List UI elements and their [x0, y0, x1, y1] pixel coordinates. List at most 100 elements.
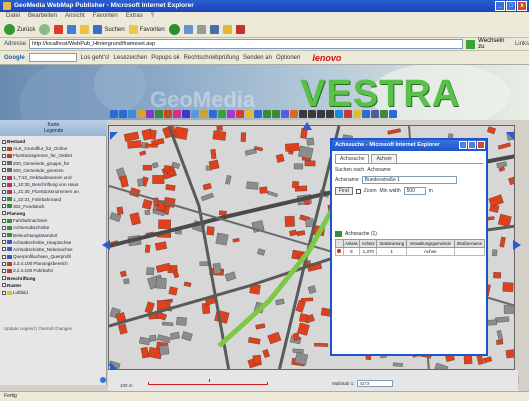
zoom-checkbox[interactable] [355, 188, 361, 194]
menu-datei[interactable]: Datei [6, 13, 20, 21]
leaf-icon[interactable] [272, 110, 280, 118]
tab-achsnr[interactable]: Achsnr [371, 154, 398, 163]
legend-item[interactable]: 302_Fundstück [2, 203, 106, 210]
info-icon[interactable] [182, 110, 190, 118]
row-marker-icon[interactable] [335, 247, 344, 256]
legend-item[interactable]: 3.2.4.100 Fahrbahn [2, 267, 106, 274]
google-bookmarks[interactable]: Lesezeichen [114, 55, 148, 61]
legend-footer[interactable]: Update Legend | Overall Changes [4, 326, 72, 331]
home-icon[interactable] [80, 25, 90, 34]
legend-item[interactable]: 1_10:30_Beschriftung von Haus [2, 181, 106, 188]
refresh-icon[interactable] [67, 25, 77, 34]
edit-icon[interactable] [209, 25, 219, 34]
map-scale-input[interactable]: 4272 [356, 380, 393, 387]
discuss-icon[interactable] [235, 25, 245, 34]
layer-checkbox[interactable] [2, 161, 6, 166]
search-axis-icon[interactable] [362, 110, 370, 118]
ring2-icon[interactable] [317, 110, 325, 118]
min-width-select[interactable]: 500 [403, 187, 426, 195]
zoom-out-icon[interactable] [119, 110, 127, 118]
google-search-input[interactable] [28, 53, 77, 62]
menu-extras[interactable]: Extras [126, 13, 143, 21]
ring3-icon[interactable] [326, 110, 334, 118]
fit-all-icon[interactable] [146, 110, 154, 118]
legend-item[interactable]: ALK_Grundflur_für_Online [2, 145, 106, 152]
layer-checkbox[interactable] [2, 261, 6, 266]
hatch-icon[interactable] [200, 110, 208, 118]
layer-checkbox[interactable] [2, 197, 6, 202]
table-icon[interactable] [371, 110, 379, 118]
mail-icon[interactable] [183, 25, 193, 34]
close-button[interactable]: x [517, 1, 527, 11]
layer-checkbox[interactable] [2, 146, 6, 151]
group-checkbox[interactable] [2, 139, 6, 144]
legend-item[interactable]: 3.2.4.100 Planungsbereich [2, 260, 106, 267]
google-options[interactable]: Optionen [276, 55, 300, 61]
legend-item[interactable]: Querprofilachsen_Querprofil [2, 253, 106, 260]
maximize-button[interactable]: □ [506, 1, 516, 11]
layer-checkbox[interactable] [2, 189, 6, 194]
google-spellcheck[interactable]: Rechtschreibprüfung [184, 55, 239, 61]
layer-checkbox[interactable] [2, 153, 6, 158]
legend-item[interactable]: 1_22:31_Fahrbahnrand [2, 196, 106, 203]
legend-item[interactable]: Luftbild [2, 289, 106, 296]
column-verwaltung[interactable]: Verwaltungsgemeinde [406, 239, 455, 248]
pin-icon[interactable] [236, 110, 244, 118]
google-popups[interactable]: Popups ok [151, 55, 179, 61]
zoom-in-icon[interactable] [110, 110, 118, 118]
layer-checkbox[interactable] [2, 240, 6, 245]
google-go[interactable]: Los geht's! [81, 55, 110, 61]
stop-icon[interactable] [54, 25, 64, 34]
flag-icon[interactable] [344, 110, 352, 118]
find-button[interactable]: Find [335, 187, 353, 195]
legend-item[interactable]: 300_Gemeinde_grenzen [2, 167, 106, 174]
ring-icon[interactable] [308, 110, 316, 118]
select-icon[interactable] [164, 110, 172, 118]
layer-checkbox[interactable] [2, 233, 6, 238]
favorites-button[interactable]: Favoriten [128, 25, 165, 34]
tab-legende[interactable]: Legende [0, 128, 107, 134]
export-icon[interactable] [380, 110, 388, 118]
menu-favoriten[interactable]: Favoriten [93, 13, 118, 21]
go-icon[interactable] [466, 39, 476, 49]
minimize-button[interactable]: _ [495, 1, 505, 11]
axis-name-select[interactable]: Bundesstraße 1 [361, 176, 457, 184]
legend-item[interactable]: Fahrbahnachsen [2, 217, 106, 224]
legend-item[interactable]: Beleuchtungsstandort [2, 231, 106, 238]
menu-bearbeiten[interactable]: Bearbeiten [28, 13, 57, 21]
layer-checkbox[interactable] [2, 290, 6, 295]
print-map-icon[interactable] [218, 110, 226, 118]
legend-group[interactable]: Bestand [2, 138, 106, 145]
layer-checkbox[interactable] [2, 175, 6, 180]
buffer-icon[interactable] [290, 110, 298, 118]
help-icon[interactable] [389, 110, 397, 118]
legend-item[interactable]: 1_7:22_Gebäudenamen und [2, 174, 106, 181]
column-achsnr[interactable]: Achsnr [359, 239, 378, 248]
layer-icon[interactable] [209, 110, 217, 118]
column-strassenname[interactable]: Straßenname [453, 239, 486, 248]
search-button[interactable]: Suchen [93, 25, 125, 34]
legend-item[interactable]: Achsabschnitte_Nebenachse [2, 246, 106, 253]
pan-icon[interactable] [137, 110, 145, 118]
tree-icon[interactable] [263, 110, 271, 118]
dialog-minimize-button[interactable] [459, 141, 467, 149]
column-stationierung[interactable]: Stationierung [376, 239, 408, 248]
tab-achssuche[interactable]: Achssuche [335, 154, 370, 163]
legend-item[interactable]: Achsabschnitte_Hauptachse [2, 239, 106, 246]
forward-arrow-icon[interactable] [39, 24, 51, 35]
menu-help[interactable]: ? [151, 13, 154, 21]
folder-icon[interactable] [222, 25, 232, 34]
layer-checkbox[interactable] [2, 218, 6, 223]
legend-item[interactable]: Flurstücksgrenze_für_Gebiet [2, 152, 106, 159]
dialog-close-button[interactable] [477, 141, 485, 149]
redline-icon[interactable] [227, 110, 235, 118]
legend-group[interactable]: Raster [2, 282, 106, 289]
layer-checkbox[interactable] [2, 225, 6, 230]
legend-item[interactable]: 1_21:30_Flurstücksnummern an [2, 188, 106, 195]
marker-icon[interactable] [245, 110, 253, 118]
legend-group[interactable]: Beschriftung [2, 275, 106, 282]
group-checkbox[interactable] [2, 283, 6, 288]
copy-icon[interactable] [281, 110, 289, 118]
column-anlass[interactable]: Anlass [342, 239, 361, 248]
go-label[interactable]: Wechseln zu [478, 38, 512, 50]
